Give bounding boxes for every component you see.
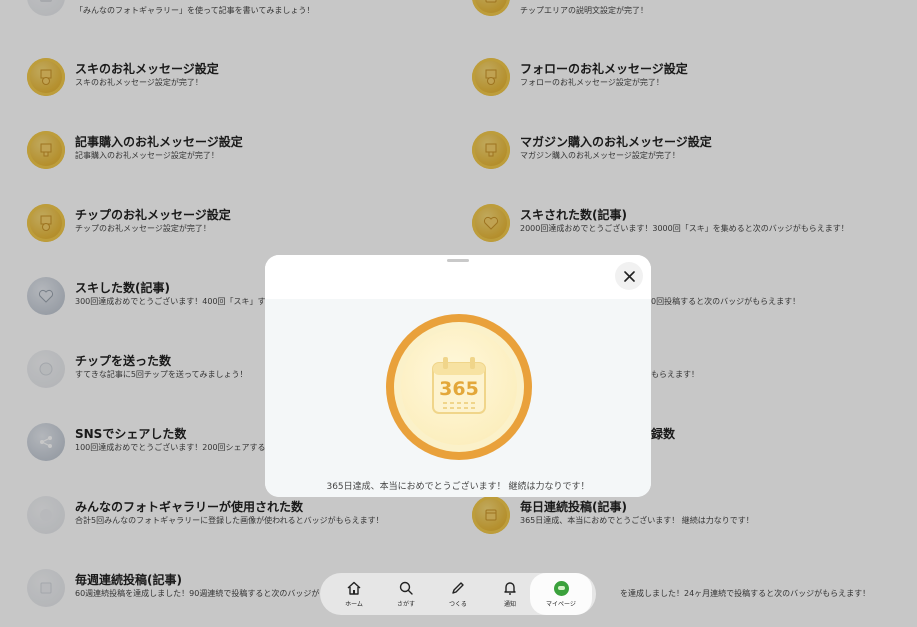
- drag-handle[interactable]: [447, 259, 469, 262]
- pencil-icon: [452, 582, 464, 594]
- badge-number: 365: [439, 378, 479, 400]
- badge-detail-modal: 365 365日達成、本当におめでとうございます！ 継続は力なりです！: [265, 255, 651, 497]
- close-icon: [623, 270, 635, 282]
- modal-body: 365 365日達成、本当におめでとうございます！ 継続は力なりです！: [265, 299, 651, 497]
- close-button[interactable]: [615, 262, 643, 290]
- modal-header: [265, 255, 651, 299]
- calendar-icon: 365: [432, 357, 486, 414]
- bell-icon: [504, 582, 516, 595]
- home-icon: [347, 581, 361, 595]
- search-icon: [399, 581, 413, 595]
- nav-mypage[interactable]: マイページ: [530, 573, 592, 615]
- nav-search[interactable]: さがす: [380, 573, 432, 615]
- nav-home[interactable]: ホーム: [328, 573, 380, 615]
- nav-notify[interactable]: 通知: [484, 573, 536, 615]
- badge-message: 365日達成、本当におめでとうございます！ 継続は力なりです！: [326, 482, 590, 492]
- bottom-nav: ホーム さがす つくる 通知 マイページ: [320, 573, 596, 615]
- badge-medal: 365: [386, 314, 532, 460]
- nav-create[interactable]: つくる: [432, 573, 484, 615]
- avatar: [553, 580, 569, 596]
